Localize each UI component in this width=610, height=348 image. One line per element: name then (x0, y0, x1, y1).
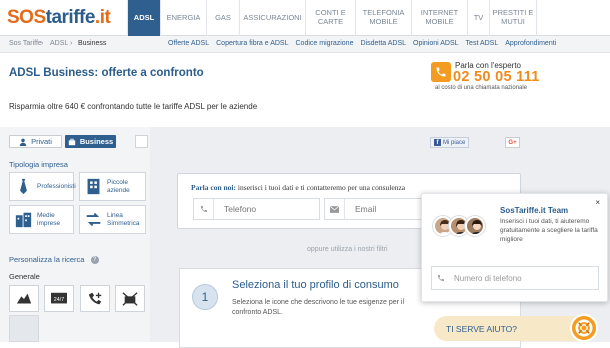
page-title: ADSL Business: offerte a confronto (9, 67, 204, 79)
tipologia-professionisti[interactable]: Professionisti (9, 172, 76, 201)
phone-field[interactable]: Telefono (193, 198, 320, 220)
svg-text:24/7: 24/7 (54, 296, 64, 302)
expert-phone-number[interactable]: 02 50 05 111 (453, 69, 540, 85)
breadcrumb: Sos Tariffe › ADSL › Business Offerte AD… (0, 36, 610, 53)
contact-lead: Parla con noi: inserisci i tuoi dati e t… (191, 183, 405, 192)
sublink-opinioni[interactable]: Opinioni ADSL (413, 40, 459, 47)
help-cta-label: TI SERVE AIUTO? (446, 323, 518, 334)
tipologia-piccole-aziende[interactable]: Piccole aziende (79, 172, 146, 201)
lifebuoy-icon[interactable] (570, 314, 598, 342)
phone-icon (432, 267, 450, 289)
sublink-approfondimenti[interactable]: Approfondimenti (505, 40, 556, 47)
business-label: Business (79, 137, 114, 146)
breadcrumb-separator: › (41, 40, 44, 47)
breadcrumb-adsl[interactable]: ADSL (50, 40, 68, 47)
facebook-like-label: Mi piace (443, 139, 466, 146)
oppure-text: oppure utilizza i nostri filtri (307, 246, 388, 253)
filter-extra-icon[interactable] (9, 315, 39, 342)
nav-gas[interactable]: GAS (206, 0, 239, 36)
nav-tv[interactable]: TV (467, 0, 489, 36)
facebook-icon: f (434, 139, 441, 146)
filter-phone-plus-icon[interactable] (80, 285, 110, 312)
business-toggle[interactable]: Business (65, 135, 116, 148)
page-subtitle: Risparmia oltre 640 € confrontando tutte… (9, 102, 258, 111)
filter-no-phone-icon[interactable] (115, 285, 145, 312)
facebook-like-button[interactable]: f Mi piace (430, 137, 470, 148)
nav-conti-carte[interactable]: CONTI E CARTE (305, 0, 355, 36)
email-placeholder: Email (355, 204, 377, 214)
chat-phone-placeholder: Numero di telefono (454, 273, 522, 283)
help-icon[interactable]: ? (90, 256, 99, 265)
sub-links: Offerte ADSL Copertura fibra e ADSL Codice… (168, 40, 563, 47)
expert-cost-note: al costo di una chiamata nazionale (435, 85, 528, 91)
breadcrumb-home[interactable]: Sos Tariffe (9, 40, 42, 47)
sublink-copertura[interactable]: Copertura fibra e ADSL (216, 40, 288, 47)
contact-lead-text: inserisci i tuoi dati e ti contatteremo … (236, 183, 406, 192)
close-icon[interactable]: × (595, 198, 600, 207)
nav-internet-mobile[interactable]: INTERNET MOBILE (411, 0, 467, 36)
chat-popup: × SosTariffe.it Team Inserisci i tuoi da… (421, 193, 608, 302)
chat-team-name: SosTariffe.it Team (500, 206, 569, 215)
tipologia-label: Linea Simmetrica (107, 211, 140, 227)
tipologia-title: Tipologia impresa (9, 160, 68, 169)
team-avatar (465, 216, 485, 236)
sublink-disdetta[interactable]: Disdetta ADSL (360, 40, 406, 47)
sublink-codice-migrazione[interactable]: Codice migrazione (296, 40, 354, 47)
gplus-button[interactable]: G+ (505, 137, 520, 148)
briefcase-icon (68, 138, 76, 145)
filter-line-icon[interactable] (9, 285, 39, 312)
nav-prestiti-mutui[interactable]: PRESTITI E MUTUI (489, 0, 537, 36)
phone-icon (431, 62, 451, 82)
small-building-icon (87, 178, 100, 195)
phone-icon (194, 199, 214, 219)
generale-title: Generale (9, 272, 40, 281)
tie-icon (20, 178, 27, 195)
logo-part-2: tariffe (45, 7, 96, 28)
nav-telefonia-mobile[interactable]: TELEFONIA MOBILE (355, 0, 411, 36)
tipologia-label: Professionisti (37, 182, 76, 190)
logo[interactable]: SOS tariffe .it (7, 7, 111, 29)
tipologia-label: Piccole aziende (107, 178, 130, 194)
swap-arrows-icon (86, 212, 101, 227)
contact-lead-bold: Parla con noi: (191, 183, 236, 192)
sublink-test[interactable]: Test ADSL (466, 40, 499, 47)
step-title: Seleziona il tuo profilo di consumo (232, 279, 399, 291)
step-number: 1 (192, 284, 218, 310)
private-toggle[interactable]: Privati (9, 135, 62, 148)
breadcrumb-separator: › (70, 40, 73, 47)
mail-icon (325, 199, 345, 219)
logo-part-1: SOS (7, 7, 46, 28)
chat-phone-input[interactable]: Numero di telefono (431, 266, 599, 290)
personalizza-title: Personalizza la ricerca ? (9, 255, 99, 265)
nav-energia[interactable]: ENERGIA (160, 0, 206, 36)
nav-assicurazioni[interactable]: ASSICURAZIONI (239, 0, 305, 36)
step-description: Seleziona le icone che descrivono le tue… (232, 299, 404, 316)
nav-adsl[interactable]: ADSL (127, 0, 160, 36)
expert-contact: Parla con l'esperto 02 50 05 111 al cost… (431, 61, 539, 93)
private-label: Privati (31, 137, 52, 146)
breadcrumb-current: Business (78, 40, 107, 47)
chat-description: Inserisci i tuoi dati, ti aiuteremo grat… (500, 218, 598, 243)
tipologia-linea-simmetrica[interactable]: Linea Simmetrica (79, 205, 146, 234)
filter-247-icon[interactable]: 24/7 (44, 285, 74, 312)
phone-placeholder: Telefono (224, 204, 257, 214)
extra-toggle[interactable] (135, 135, 148, 148)
sublink-offerte[interactable]: Offerte ADSL (168, 40, 209, 47)
tipologia-medie-imprese[interactable]: Medie imprese (9, 205, 74, 234)
buildings-icon (15, 212, 32, 228)
tipologia-label: Medie imprese (37, 211, 61, 227)
user-icon (19, 138, 27, 146)
personalizza-label: Personalizza la ricerca (9, 255, 85, 264)
logo-part-3: .it (94, 7, 111, 28)
top-navigation: SOS tariffe .it ADSL ENERGIA GAS ASSICUR… (0, 0, 610, 36)
email-field[interactable]: Email (324, 198, 421, 220)
